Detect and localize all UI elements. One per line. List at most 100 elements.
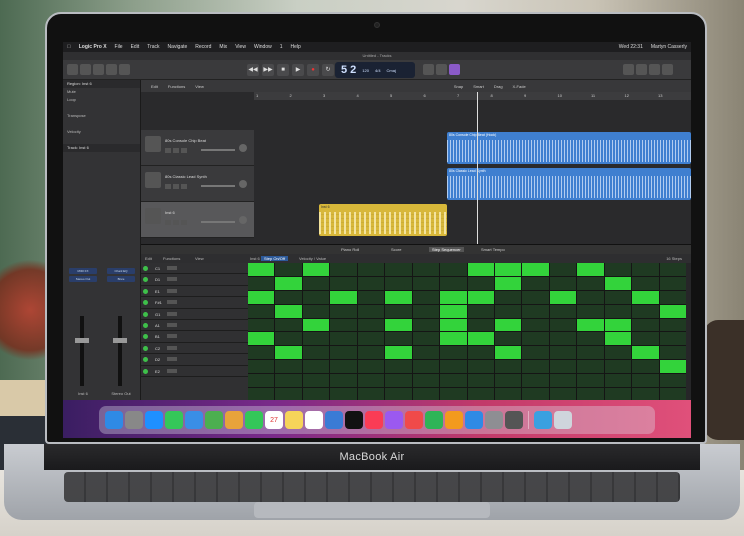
step-off[interactable]: [632, 374, 659, 388]
notes-icon[interactable]: [285, 411, 303, 429]
cycle-icon[interactable]: ↻: [322, 64, 334, 76]
step-off[interactable]: [440, 346, 467, 360]
step-on[interactable]: [659, 304, 686, 318]
step-off[interactable]: [632, 263, 659, 276]
step-off[interactable]: [659, 318, 686, 332]
track-volume-slider[interactable]: [201, 221, 235, 223]
step-off[interactable]: [385, 263, 412, 276]
step-on[interactable]: [494, 346, 522, 360]
lcd-display[interactable]: 5 2 120 4/4 Cmaj: [335, 62, 415, 78]
library-button[interactable]: [67, 64, 78, 75]
track-row[interactable]: 80s Classic Lead Synth: [141, 166, 254, 202]
step-off[interactable]: [412, 360, 440, 374]
mail-icon[interactable]: [185, 411, 203, 429]
step-off[interactable]: [522, 318, 549, 332]
drag-dropdown[interactable]: X-Fade: [513, 84, 526, 89]
step-on[interactable]: [494, 276, 522, 290]
snap-dropdown[interactable]: Smart: [473, 84, 484, 89]
tab-piano-roll[interactable]: Piano Roll: [341, 247, 359, 252]
step-off[interactable]: [248, 346, 275, 360]
track-pan-knob[interactable]: [239, 180, 247, 188]
row-on-icon[interactable]: [143, 334, 148, 340]
step-on[interactable]: [604, 332, 632, 346]
row-on-icon[interactable]: [143, 322, 148, 328]
step-off[interactable]: [549, 332, 577, 346]
row-mute-solo[interactable]: [167, 334, 177, 339]
left-fader-cap[interactable]: [75, 338, 89, 343]
step-off[interactable]: [412, 304, 440, 318]
row-mute-solo[interactable]: [167, 368, 177, 373]
step-on[interactable]: [275, 276, 302, 290]
row-on-icon[interactable]: [143, 357, 148, 363]
appstore-icon[interactable]: [465, 411, 483, 429]
step-off[interactable]: [467, 374, 494, 388]
sequencer-row-header[interactable]: D1: [141, 274, 248, 286]
step-off[interactable]: [632, 304, 659, 318]
step-off[interactable]: [248, 276, 275, 290]
facetime-icon[interactable]: [245, 411, 263, 429]
step-off[interactable]: [494, 304, 522, 318]
sequencer-row-header[interactable]: D2: [141, 354, 248, 366]
track-name[interactable]: 80s Classic Lead Synth: [165, 174, 207, 179]
step-on[interactable]: [248, 290, 275, 304]
track-name[interactable]: Inst 6: [165, 210, 175, 215]
region-header[interactable]: Region: Inst 6: [63, 80, 140, 88]
mute-solo[interactable]: [165, 184, 187, 189]
step-on[interactable]: [632, 290, 659, 304]
step-on[interactable]: [659, 360, 686, 374]
track-volume-slider[interactable]: [201, 149, 235, 151]
messages-icon[interactable]: [165, 411, 183, 429]
menubar-clock[interactable]: Wed 22:31: [619, 44, 643, 50]
step-off[interactable]: [549, 360, 577, 374]
tracks-view-menu[interactable]: View: [195, 84, 204, 89]
row-on-icon[interactable]: [143, 277, 148, 283]
step-on[interactable]: [440, 304, 467, 318]
notepad-button[interactable]: [623, 64, 634, 75]
step-off[interactable]: [357, 360, 385, 374]
mute-solo[interactable]: [165, 148, 187, 153]
step-off[interactable]: [248, 360, 275, 374]
step-off[interactable]: [330, 263, 357, 276]
step-off[interactable]: [302, 290, 330, 304]
step-off[interactable]: [412, 276, 440, 290]
tracks-edit-menu[interactable]: Edit: [151, 84, 158, 89]
step-off[interactable]: [494, 290, 522, 304]
step-off[interactable]: [467, 318, 494, 332]
menubar-user[interactable]: Martyn Casserly: [651, 44, 687, 50]
step-on[interactable]: [440, 318, 467, 332]
step-off[interactable]: [604, 304, 632, 318]
tab-smart-tempo[interactable]: Smart Tempo: [481, 247, 505, 252]
sequencer-row-header[interactable]: A1: [141, 320, 248, 332]
midi-fx-slot[interactable]: MIDI FX: [69, 268, 97, 274]
step-off[interactable]: [632, 360, 659, 374]
step-off[interactable]: [522, 304, 549, 318]
step-off[interactable]: [302, 276, 330, 290]
step-off[interactable]: [604, 374, 632, 388]
folder-icon[interactable]: [534, 411, 552, 429]
step-off[interactable]: [385, 360, 412, 374]
step-off[interactable]: [412, 318, 440, 332]
step-off[interactable]: [357, 290, 385, 304]
step-on[interactable]: [330, 290, 357, 304]
track-name[interactable]: 80s Console Chip Beat: [165, 138, 206, 143]
bounce-button[interactable]: Bnce: [107, 276, 135, 282]
step-off[interactable]: [467, 346, 494, 360]
step-off[interactable]: [494, 360, 522, 374]
step-on[interactable]: [467, 332, 494, 346]
step-off[interactable]: [357, 263, 385, 276]
step-off[interactable]: [357, 318, 385, 332]
inspector-button[interactable]: [80, 64, 91, 75]
step-off[interactable]: [659, 276, 686, 290]
timeline-ruler[interactable]: 1 2 3 4 5 6 7 8 9 10 11 12 13: [254, 92, 691, 100]
step-on[interactable]: [577, 318, 604, 332]
inspector-mute[interactable]: Mute: [63, 88, 140, 96]
menu-file[interactable]: File: [115, 44, 123, 50]
step-off[interactable]: [577, 332, 604, 346]
row-mute-solo[interactable]: [167, 300, 177, 305]
track-row-selected[interactable]: Inst 6: [141, 202, 254, 238]
step-off[interactable]: [357, 374, 385, 388]
midi-region[interactable]: Inst 6: [319, 204, 447, 236]
audio-region[interactable]: 80s Console Chip Beat (Hook): [447, 132, 691, 164]
step-off[interactable]: [440, 374, 467, 388]
step-off[interactable]: [330, 318, 357, 332]
